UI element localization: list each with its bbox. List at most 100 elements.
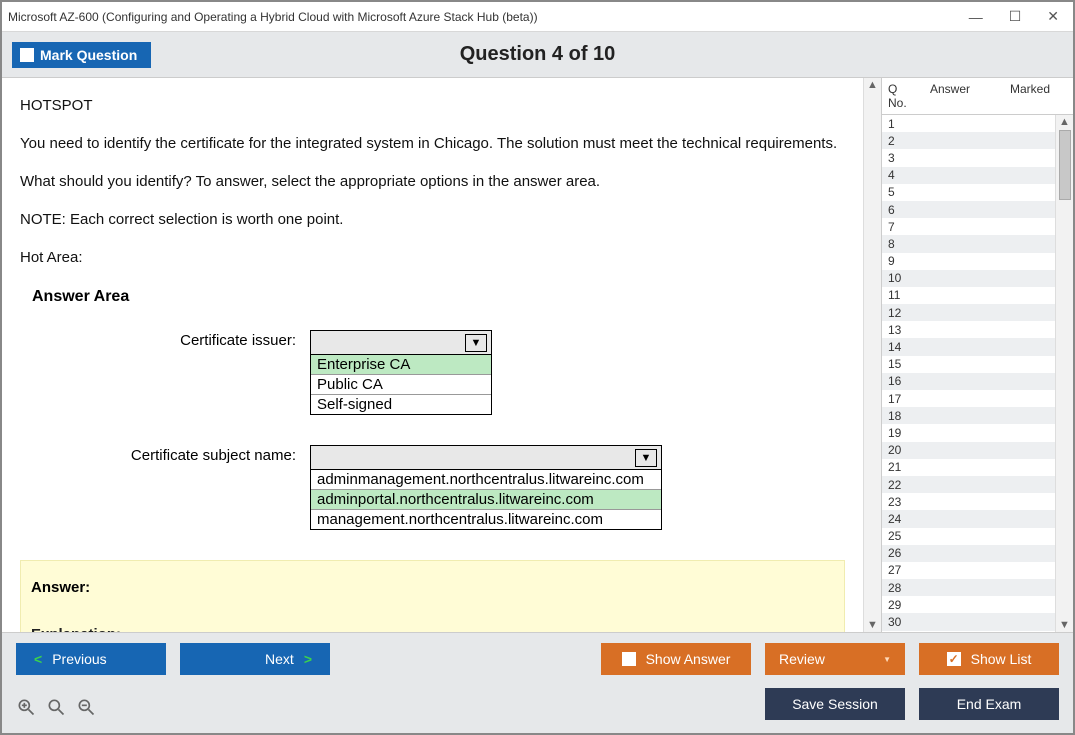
question-tag: HOTSPOT bbox=[20, 94, 845, 118]
list-item[interactable]: 5 bbox=[882, 184, 1055, 201]
list-item[interactable]: 18 bbox=[882, 407, 1055, 424]
previous-label: Previous bbox=[52, 651, 106, 667]
chevron-left-icon: < bbox=[34, 651, 42, 667]
explanation-heading: Explanation: bbox=[31, 626, 834, 632]
checkbox-icon bbox=[622, 652, 636, 666]
scroll-up-icon[interactable]: ▲ bbox=[867, 79, 878, 91]
check-icon: ✓ bbox=[947, 652, 961, 666]
list-item[interactable]: 25 bbox=[882, 528, 1055, 545]
list-scrollbar[interactable]: ▲ ▼ bbox=[1055, 115, 1073, 632]
list-item[interactable]: 12 bbox=[882, 304, 1055, 321]
previous-button[interactable]: < Previous bbox=[16, 643, 166, 675]
scroll-up-icon[interactable]: ▲ bbox=[1059, 116, 1070, 128]
issuer-option[interactable]: Enterprise CA bbox=[311, 355, 491, 374]
subject-option[interactable]: adminmanagement.northcentralus.litwarein… bbox=[311, 470, 661, 489]
issuer-dropdown-header[interactable]: ▼ bbox=[311, 331, 491, 355]
list-item[interactable]: 26 bbox=[882, 545, 1055, 562]
list-item[interactable]: 11 bbox=[882, 287, 1055, 304]
col-qno: Q No. bbox=[882, 78, 924, 114]
chevron-down-icon: ▼ bbox=[465, 334, 487, 352]
issuer-label: Certificate issuer: bbox=[20, 330, 310, 349]
list-item[interactable]: 28 bbox=[882, 579, 1055, 596]
zoom-reset-icon[interactable] bbox=[16, 697, 36, 723]
mark-question-button[interactable]: Mark Question bbox=[12, 42, 151, 68]
zoom-controls bbox=[16, 697, 96, 723]
list-item[interactable]: 16 bbox=[882, 373, 1055, 390]
chevron-down-icon: ▼ bbox=[883, 655, 891, 664]
scroll-down-icon[interactable]: ▼ bbox=[1059, 619, 1070, 631]
footer: < Previous Next > Show Answer Review ▼ ✓… bbox=[2, 632, 1073, 733]
list-item[interactable]: 9 bbox=[882, 253, 1055, 270]
list-item[interactable]: 3 bbox=[882, 149, 1055, 166]
scroll-down-icon[interactable]: ▼ bbox=[867, 619, 878, 631]
list-item[interactable]: 13 bbox=[882, 321, 1055, 338]
question-p3: NOTE: Each correct selection is worth on… bbox=[20, 208, 845, 232]
field-certificate-subject: Certificate subject name: ▼ adminmanagem… bbox=[20, 445, 845, 530]
list-item[interactable]: 15 bbox=[882, 356, 1055, 373]
chevron-right-icon: > bbox=[304, 651, 312, 667]
scroll-thumb[interactable] bbox=[1059, 130, 1071, 200]
list-item[interactable]: 29 bbox=[882, 596, 1055, 613]
app-window: Microsoft AZ-600 (Configuring and Operat… bbox=[0, 0, 1075, 735]
answer-area-heading: Answer Area bbox=[32, 288, 845, 306]
show-answer-label: Show Answer bbox=[646, 651, 731, 667]
next-label: Next bbox=[265, 651, 294, 667]
show-list-label: Show List bbox=[971, 651, 1032, 667]
question-content: HOTSPOT You need to identify the certifi… bbox=[2, 78, 863, 632]
list-item[interactable]: 14 bbox=[882, 338, 1055, 355]
subject-option[interactable]: management.northcentralus.litwareinc.com bbox=[311, 509, 661, 529]
question-p2: What should you identify? To answer, sel… bbox=[20, 170, 845, 194]
save-session-label: Save Session bbox=[792, 696, 878, 712]
list-item[interactable]: 1 bbox=[882, 115, 1055, 132]
end-exam-button[interactable]: End Exam bbox=[919, 688, 1059, 720]
question-pane: HOTSPOT You need to identify the certifi… bbox=[2, 78, 881, 632]
question-p1: You need to identify the certificate for… bbox=[20, 132, 845, 156]
list-item[interactable]: 8 bbox=[882, 235, 1055, 252]
list-item[interactable]: 17 bbox=[882, 390, 1055, 407]
col-answer: Answer bbox=[924, 78, 1004, 114]
show-list-button[interactable]: ✓ Show List bbox=[919, 643, 1059, 675]
save-session-button[interactable]: Save Session bbox=[765, 688, 905, 720]
window-title: Microsoft AZ-600 (Configuring and Operat… bbox=[8, 10, 969, 24]
subject-option[interactable]: adminportal.northcentralus.litwareinc.co… bbox=[311, 489, 661, 509]
issuer-option[interactable]: Self-signed bbox=[311, 394, 491, 414]
review-button[interactable]: Review ▼ bbox=[765, 643, 905, 675]
question-list[interactable]: 1234567891011121314151617181920212223242… bbox=[882, 115, 1055, 632]
header: Mark Question Question 4 of 10 bbox=[2, 32, 1073, 78]
question-scrollbar[interactable]: ▲ ▼ bbox=[863, 78, 881, 632]
next-button[interactable]: Next > bbox=[180, 643, 330, 675]
subject-dropdown-header[interactable]: ▼ bbox=[311, 446, 661, 470]
list-item[interactable]: 2 bbox=[882, 132, 1055, 149]
zoom-out-icon[interactable] bbox=[76, 697, 96, 723]
list-item[interactable]: 19 bbox=[882, 424, 1055, 441]
list-item[interactable]: 6 bbox=[882, 201, 1055, 218]
review-label: Review bbox=[779, 651, 825, 667]
subject-dropdown[interactable]: ▼ adminmanagement.northcentralus.litware… bbox=[310, 445, 662, 530]
list-item[interactable]: 23 bbox=[882, 493, 1055, 510]
list-item[interactable]: 10 bbox=[882, 270, 1055, 287]
zoom-in-icon[interactable] bbox=[46, 697, 66, 723]
list-item[interactable]: 27 bbox=[882, 562, 1055, 579]
answer-section: Answer: Explanation: bbox=[20, 560, 845, 632]
list-item[interactable]: 30 bbox=[882, 613, 1055, 630]
issuer-dropdown[interactable]: ▼ Enterprise CAPublic CASelf-signed bbox=[310, 330, 492, 415]
list-item[interactable]: 21 bbox=[882, 459, 1055, 476]
list-item[interactable]: 20 bbox=[882, 442, 1055, 459]
col-marked: Marked bbox=[1004, 78, 1060, 114]
checkbox-icon bbox=[20, 48, 34, 62]
list-item[interactable]: 4 bbox=[882, 167, 1055, 184]
show-answer-button[interactable]: Show Answer bbox=[601, 643, 751, 675]
question-list-header: Q No. Answer Marked bbox=[882, 78, 1073, 115]
close-icon[interactable]: ✕ bbox=[1047, 8, 1059, 25]
list-item[interactable]: 7 bbox=[882, 218, 1055, 235]
question-p4: Hot Area: bbox=[20, 246, 845, 270]
question-text: HOTSPOT You need to identify the certifi… bbox=[20, 94, 845, 270]
maximize-icon[interactable]: ☐ bbox=[1009, 8, 1022, 25]
answer-heading: Answer: bbox=[31, 579, 834, 596]
minimize-icon[interactable]: — bbox=[969, 9, 983, 25]
titlebar: Microsoft AZ-600 (Configuring and Operat… bbox=[2, 2, 1073, 32]
list-item[interactable]: 24 bbox=[882, 510, 1055, 527]
list-item[interactable]: 22 bbox=[882, 476, 1055, 493]
issuer-option[interactable]: Public CA bbox=[311, 374, 491, 394]
question-list-panel: Q No. Answer Marked 12345678910111213141… bbox=[881, 78, 1073, 632]
